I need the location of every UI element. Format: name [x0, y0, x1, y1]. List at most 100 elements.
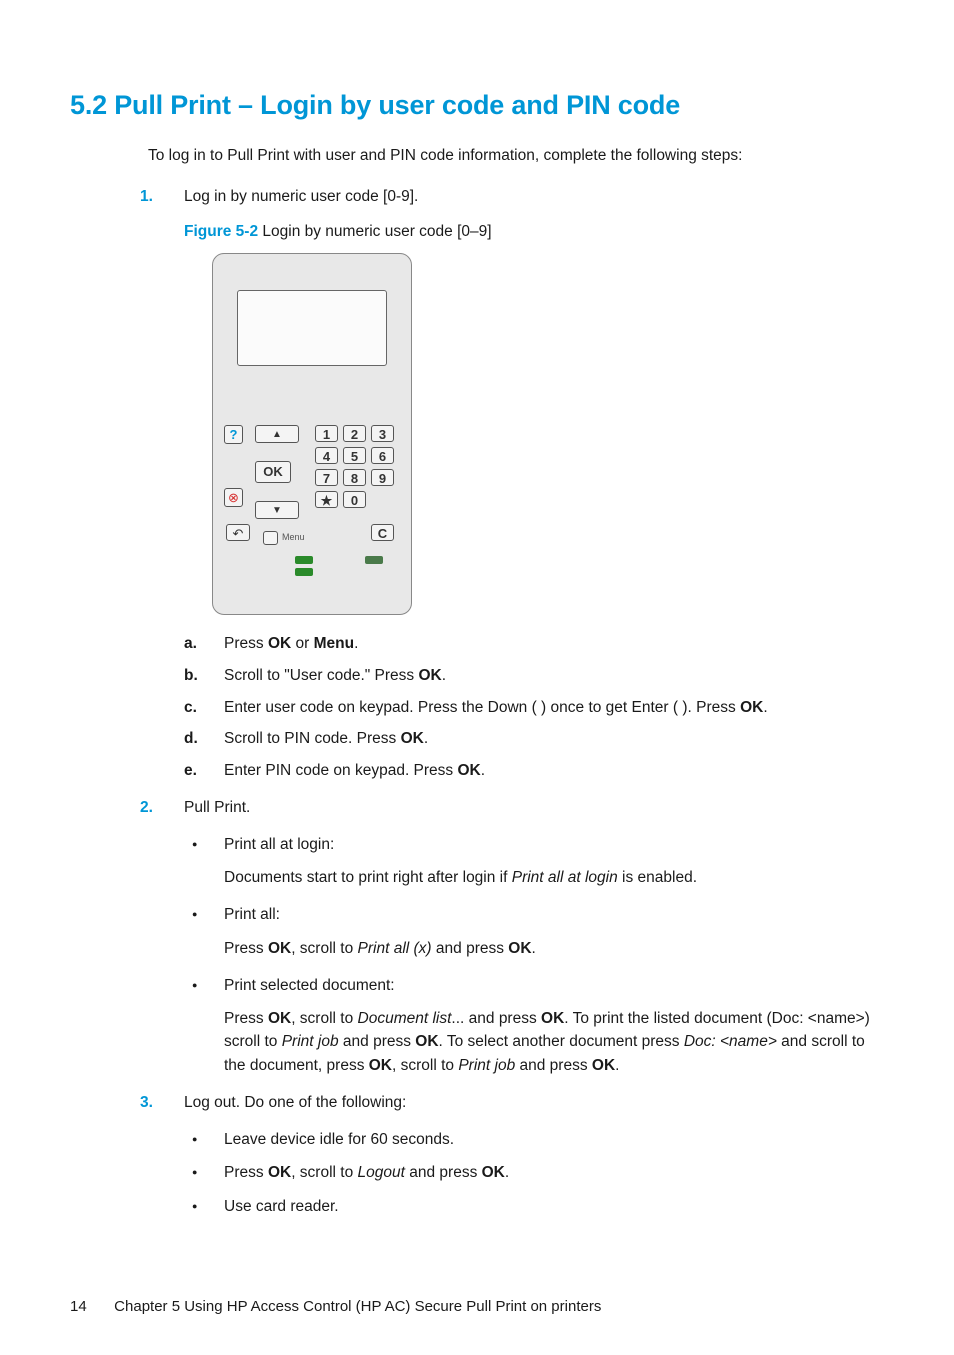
cancel-key: ⊗: [224, 488, 243, 507]
bullet-idle: Leave device idle for 60 seconds.: [184, 1128, 884, 1151]
text: .: [532, 940, 536, 957]
text-italic: Print job: [282, 1033, 339, 1050]
text-bold: OK: [740, 699, 763, 716]
text: Use card reader.: [224, 1198, 339, 1215]
key-0: 0: [343, 491, 366, 508]
text-italic: Doc: <name>: [684, 1033, 777, 1050]
step-1-text: Log in by numeric user code [0-9].: [184, 188, 418, 205]
text: .: [481, 762, 485, 779]
substep-e-marker: e.: [184, 760, 197, 782]
step-3-marker: 3.: [140, 1091, 153, 1114]
figure-label: Figure 5-2: [184, 223, 258, 240]
key-9: 9: [371, 469, 394, 486]
figure-text: Login by numeric user code [0–9]: [258, 223, 492, 240]
step-3: 3. Log out. Do one of the following: Lea…: [140, 1091, 884, 1218]
page-footer: 14 Chapter 5 Using HP Access Control (HP…: [70, 1298, 884, 1315]
text-italic: Document list: [358, 1010, 452, 1027]
key-5: 5: [343, 447, 366, 464]
text: Press: [224, 1164, 268, 1181]
text: Press: [224, 635, 268, 652]
text: is enabled.: [618, 869, 697, 886]
text: .: [505, 1164, 509, 1181]
bullet-title: Print all at login:: [224, 836, 334, 853]
key-7: 7: [315, 469, 338, 486]
bullet-para: Press OK, scroll to Print all (x) and pr…: [224, 937, 884, 960]
key-4: 4: [315, 447, 338, 464]
substep-d-marker: d.: [184, 728, 198, 750]
text: Press: [224, 1010, 268, 1027]
step-2-marker: 2.: [140, 796, 153, 819]
intro-text: To log in to Pull Print with user and PI…: [148, 145, 884, 167]
substep-d: d. Scroll to PIN code. Press OK.: [184, 728, 884, 750]
text: , scroll to: [291, 940, 357, 957]
text-bold: OK: [541, 1010, 564, 1027]
text: and press: [339, 1033, 416, 1050]
text-bold: OK: [418, 667, 441, 684]
text-bold: Menu: [314, 635, 354, 652]
text: .: [615, 1057, 619, 1074]
text: or: [291, 635, 313, 652]
key-1: 1: [315, 425, 338, 442]
section-heading: 5.2 Pull Print – Login by user code and …: [70, 90, 884, 121]
bullet-logout: Press OK, scroll to Logout and press OK.: [184, 1161, 884, 1184]
down-key: ▼: [255, 501, 299, 519]
text: Documents start to print right after log…: [224, 869, 512, 886]
text-italic: Print job: [458, 1057, 515, 1074]
text: .: [424, 730, 428, 747]
bullet-card-reader: Use card reader.: [184, 1195, 884, 1218]
up-key: ▲: [255, 425, 299, 443]
text-italic: Print all (x): [358, 940, 432, 957]
bullet-para: Documents start to print right after log…: [224, 866, 884, 889]
text: Enter user code on keypad. Press the Dow…: [224, 699, 740, 716]
text-bold: OK: [369, 1057, 392, 1074]
back-key: ↶: [226, 524, 250, 541]
text-bold: OK: [268, 1010, 291, 1027]
text: and press: [405, 1164, 482, 1181]
text: and press: [432, 940, 509, 957]
text-bold: OK: [268, 635, 291, 652]
text: Scroll to "User code." Press: [224, 667, 418, 684]
substep-e: e. Enter PIN code on keypad. Press OK.: [184, 760, 884, 782]
text: Enter PIN code on keypad. Press: [224, 762, 457, 779]
text: and press: [515, 1057, 592, 1074]
key-star: ★: [315, 491, 338, 508]
substep-b-marker: b.: [184, 665, 198, 687]
bullet-print-selected: Print selected document: Press OK, scrol…: [184, 974, 884, 1077]
text-bold: OK: [415, 1033, 438, 1050]
substep-a: a. Press OK or Menu.: [184, 633, 884, 655]
step-2-bullets: Print all at login: Documents start to p…: [184, 833, 884, 1077]
step-3-text: Log out. Do one of the following:: [184, 1094, 406, 1111]
printer-keypad-figure: ? ⊗ ↶ ▲ OK ▼ Menu 1 2 3 4 5 6 7 8 9 ★ 0 …: [212, 253, 412, 615]
key-6: 6: [371, 447, 394, 464]
figure-caption: Figure 5-2 Login by numeric user code [0…: [184, 220, 884, 243]
step-1-substeps: a. Press OK or Menu. b. Scroll to "User …: [184, 633, 884, 781]
text: , scroll to: [291, 1010, 357, 1027]
keypad-screen: [237, 290, 387, 366]
substep-b: b. Scroll to "User code." Press OK.: [184, 665, 884, 687]
text-italic: Logout: [358, 1164, 405, 1181]
key-8: 8: [343, 469, 366, 486]
text-bold: OK: [268, 1164, 291, 1181]
document-page: 5.2 Pull Print – Login by user code and …: [0, 0, 954, 1355]
text-bold: OK: [482, 1164, 505, 1181]
text: .: [763, 699, 767, 716]
text-bold: OK: [508, 940, 531, 957]
bullet-title: Print all:: [224, 906, 280, 923]
bullet-print-all-at-login: Print all at login: Documents start to p…: [184, 833, 884, 890]
page-number: 14: [70, 1298, 110, 1315]
main-steps-list: 1. Log in by numeric user code [0-9]. Fi…: [140, 185, 884, 1218]
bullet-title: Print selected document:: [224, 977, 395, 994]
indicator-led: [295, 556, 313, 564]
text: .: [354, 635, 358, 652]
bullet-para: Press OK, scroll to Document list... and…: [224, 1007, 884, 1077]
text: , scroll to: [291, 1164, 357, 1181]
step-1-marker: 1.: [140, 185, 153, 208]
step-1: 1. Log in by numeric user code [0-9]. Fi…: [140, 185, 884, 782]
help-key: ?: [224, 425, 243, 444]
text-bold: OK: [592, 1057, 615, 1074]
menu-label: Menu: [282, 531, 305, 545]
indicator-led: [295, 568, 313, 576]
step-2: 2. Pull Print. Print all at login: Docum…: [140, 796, 884, 1077]
key-3: 3: [371, 425, 394, 442]
step-3-bullets: Leave device idle for 60 seconds. Press …: [184, 1128, 884, 1218]
